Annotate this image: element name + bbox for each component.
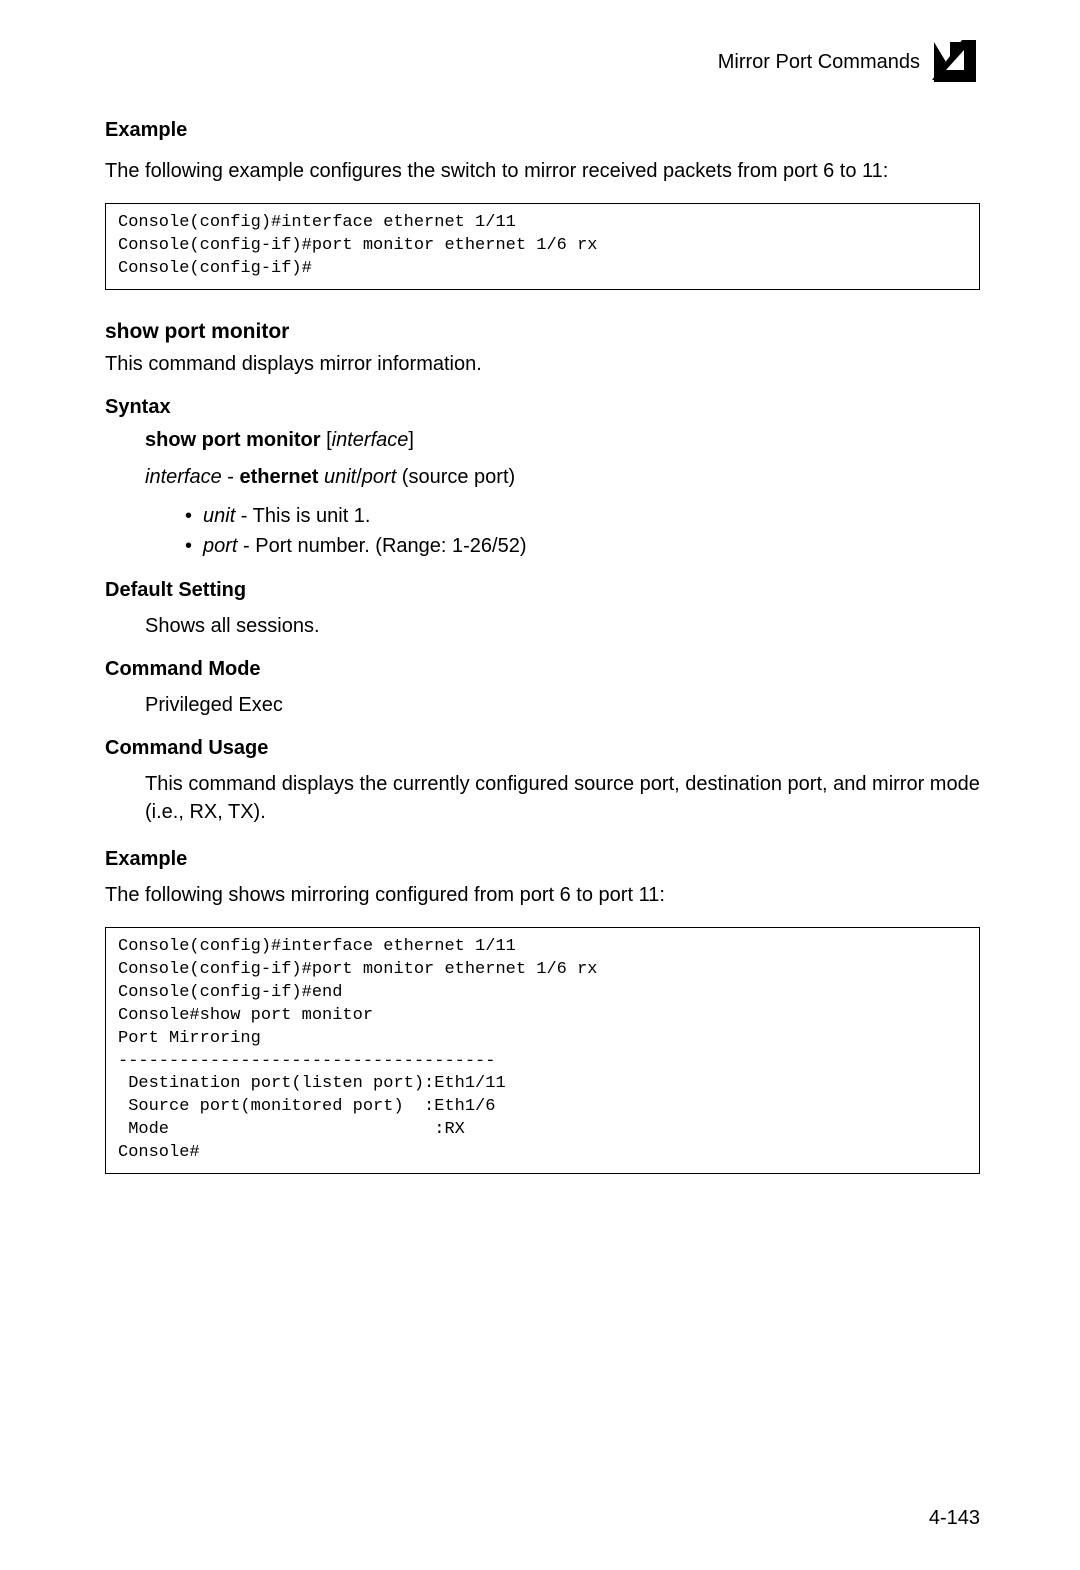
syntax-command-bold: show port monitor [145, 429, 321, 451]
example1-desc: The following example configures the swi… [105, 157, 980, 185]
list-item: port - Port number. (Range: 1-26/52) [185, 531, 980, 561]
syntax-bullets: unit - This is unit 1. port - Port numbe… [185, 501, 980, 561]
example2-code: Console(config)#interface ethernet 1/11 … [105, 927, 980, 1174]
syntax-bracket-open: [ [321, 429, 332, 451]
list-item: unit - This is unit 1. [185, 501, 980, 531]
usage-heading: Command Usage [105, 737, 980, 760]
bullet-unit-rest: - This is unit 1. [235, 505, 370, 527]
syntax2-port: port [362, 466, 396, 488]
example1-code: Console(config)#interface ethernet 1/11 … [105, 203, 980, 290]
example2-desc: The following shows mirroring configured… [105, 881, 980, 909]
syntax-line: show port monitor [interface] [145, 429, 980, 452]
syntax-interface-italic: interface [332, 429, 409, 451]
syntax2-rest: (source port) [396, 466, 515, 488]
command-desc: This command displays mirror information… [105, 350, 980, 378]
mode-text: Privileged Exec [145, 691, 980, 719]
syntax2-interface: interface [145, 466, 222, 488]
page-container: Mirror Port Commands 4 Example The follo… [0, 0, 1080, 1244]
bullet-port: port [203, 535, 237, 557]
syntax2-unit: unit [324, 466, 356, 488]
example2-heading: Example [105, 848, 980, 871]
syntax-line2: interface - ethernet unit/port (source p… [145, 466, 980, 489]
header-title: Mirror Port Commands [718, 51, 920, 74]
page-header: Mirror Port Commands 4 [105, 40, 980, 84]
chapter-number-icon: 4 [932, 40, 980, 84]
syntax2-dash: - [222, 466, 240, 488]
page-number: 4-143 [929, 1507, 980, 1530]
default-heading: Default Setting [105, 579, 980, 602]
command-name: show port monitor [105, 320, 980, 344]
syntax-bracket-close: ] [408, 429, 414, 451]
bullet-unit: unit [203, 505, 235, 527]
usage-text: This command displays the currently conf… [145, 770, 980, 826]
syntax2-ethernet: ethernet [240, 466, 319, 488]
default-text: Shows all sessions. [145, 612, 980, 640]
syntax-heading: Syntax [105, 396, 980, 419]
mode-heading: Command Mode [105, 658, 980, 681]
example1-heading: Example [105, 119, 980, 142]
bullet-port-rest: - Port number. (Range: 1-26/52) [237, 535, 526, 557]
